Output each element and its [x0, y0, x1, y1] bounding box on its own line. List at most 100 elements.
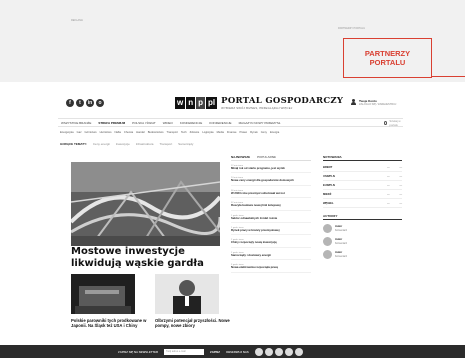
- quote-row[interactable]: WĘGIEL — —: [323, 198, 402, 208]
- quote-change: —: [389, 163, 402, 172]
- quote-change: —: [389, 180, 402, 190]
- logo-title: PORTAL GOSPODARCZY: [221, 96, 344, 106]
- partners-line2: PORTALU: [369, 58, 406, 67]
- nav-item[interactable]: KONFERENCJE: [180, 121, 202, 125]
- topic-link[interactable]: Transport: [159, 142, 172, 146]
- newsletter-email-input[interactable]: Twój adres e-mail: [164, 348, 204, 355]
- article-thumb-1[interactable]: [71, 274, 135, 314]
- topic-link[interactable]: Ceny energii: [93, 142, 110, 146]
- nav-item[interactable]: MAGAZYN NOWY PRZEMYSŁ: [239, 121, 281, 125]
- nav-item[interactable]: KONFERENCJE: [209, 121, 231, 125]
- sub-nav: Energetyka Gaz Górnictwo Hutnictwo Nafta…: [60, 129, 400, 136]
- quote-row[interactable]: BRENT — —: [323, 163, 402, 172]
- subnav-item[interactable]: Logistyka: [202, 131, 213, 134]
- search-icon[interactable]: [384, 120, 388, 125]
- right-column: NOTOWANIA BRENT — — USD/PLN — — EUR/PLN — — MI…: [323, 155, 402, 259]
- facebook-icon[interactable]: f: [66, 99, 74, 107]
- nav-item[interactable]: WSZYSTKIE BRANŻE: [61, 121, 91, 125]
- authors-title: AUTORZY: [323, 214, 402, 220]
- topic-link[interactable]: Inwestycje: [116, 142, 130, 146]
- news-item[interactable]: 24 min temu Nowe ceny energii dla gospoda…: [231, 177, 311, 186]
- quote-name: WĘGIEL: [323, 198, 378, 208]
- authors-section: AUTORZY Autor Komentarz Autor Komentarz Au…: [323, 214, 402, 259]
- article-title-2[interactable]: Olbrzymi potencjał przyszłości. Nowe pom…: [155, 318, 231, 329]
- twitter-icon[interactable]: [264, 347, 273, 356]
- news-text: W 2023 roku przemysł odnotował wzrost: [231, 190, 285, 195]
- quote-row[interactable]: MIEDŹ — —: [323, 189, 402, 199]
- twitter-icon[interactable]: t: [76, 99, 84, 107]
- logo-mark: w n p pl: [175, 97, 218, 109]
- search-placeholder[interactable]: Szukaj w portalu: [389, 119, 403, 127]
- instagram-icon[interactable]: [294, 347, 303, 356]
- logo-text: PORTAL GOSPODARCZY WYBIERZ SWÓJ BIZNES, …: [221, 96, 343, 110]
- tab-latest[interactable]: NAJNOWSZE: [231, 155, 250, 160]
- news-text: Rynek pracy w branży przemysłowej: [231, 228, 280, 233]
- news-item[interactable]: 1 godz. temu Rynek pracy w branży przemys…: [231, 227, 311, 236]
- subnav-item[interactable]: Hutnictwo: [100, 131, 112, 134]
- nav-item-premium[interactable]: STREFA PREMIUM: [98, 121, 125, 125]
- author-title: Komentarz: [335, 228, 348, 232]
- subnav-item[interactable]: Finanse: [227, 131, 237, 134]
- avatar: [323, 224, 332, 233]
- hero-title[interactable]: Mostowe inwestycje likwidują wąskie gard…: [71, 246, 227, 270]
- news-item[interactable]: 2 godz. temu Samorządy i dostawcy energii: [231, 252, 311, 261]
- subnav-item[interactable]: Nafta: [114, 131, 120, 134]
- article-thumb-2[interactable]: [155, 274, 219, 314]
- subnav-item[interactable]: Ceny: [261, 131, 267, 134]
- quote-name: EUR/PLN: [323, 180, 378, 190]
- topic-link[interactable]: Samorządy: [178, 142, 193, 146]
- news-item[interactable]: 2 godz. temu Chiny rozpoczęły nową inwest…: [231, 239, 311, 248]
- youtube-icon[interactable]: [284, 347, 293, 356]
- nav-item[interactable]: POLSKA I ŚWIAT: [132, 121, 156, 125]
- logo-letter: w: [175, 97, 186, 109]
- subnav-item[interactable]: Media: [217, 131, 224, 134]
- follow-label: OBSERWUJ NAS: [225, 349, 249, 354]
- subnav-item[interactable]: Energetyka: [60, 131, 74, 134]
- quote-name: BRENT: [323, 163, 378, 172]
- article-title-1[interactable]: Polskie parowniki tych prodkowane w Japo…: [71, 318, 147, 329]
- subnav-item[interactable]: Gaz: [77, 131, 82, 134]
- author-item[interactable]: Autor Komentarz: [323, 237, 402, 246]
- quote-value: —: [377, 171, 390, 181]
- topic-link[interactable]: Infrastruktura: [136, 142, 154, 146]
- subnav-item[interactable]: Transport: [167, 131, 178, 134]
- news-item[interactable]: 1 godz. temu Sektor odnawialnych źródeł r…: [231, 215, 311, 224]
- subnav-item[interactable]: Zdrowie: [190, 131, 200, 134]
- newsletter-submit-button[interactable]: ZAPISZ: [210, 350, 220, 354]
- news-item[interactable]: 52 min temu Ruszyła budowa nowej linii ko…: [231, 202, 311, 211]
- user-account[interactable]: Twoje Konto ZALOGUJ SIĘ / ZAREJESTRUJ: [351, 99, 396, 106]
- subnav-item[interactable]: Prawo: [239, 131, 247, 134]
- subnav-item[interactable]: Tech: [181, 131, 187, 134]
- author-item[interactable]: Autor Komentarz: [323, 224, 402, 233]
- site-logo[interactable]: w n p pl PORTAL GOSPODARCZY WYBIERZ SWÓJ…: [175, 96, 343, 110]
- news-item[interactable]: 36 min temu W 2023 roku przemysł odnotowa…: [231, 190, 311, 199]
- quote-row[interactable]: EUR/PLN — —: [323, 180, 402, 190]
- quote-row[interactable]: USD/PLN — —: [323, 171, 402, 181]
- facebook-icon[interactable]: [254, 347, 263, 356]
- news-column: NAJNOWSZE POPULARNE 12 min temu Minął rok…: [231, 155, 311, 273]
- quote-change: —: [389, 171, 402, 181]
- hot-topics: GORĄCE TEMATY: Ceny energii Inwestycje I…: [60, 142, 193, 146]
- author-item[interactable]: Autor Komentarz: [323, 250, 402, 259]
- subnav-item[interactable]: Handel: [136, 131, 145, 134]
- site-header: f t in o w n p pl PORTAL GOSPODARCZY WYB…: [58, 93, 403, 117]
- hero-image[interactable]: [71, 162, 220, 246]
- subnav-item[interactable]: Górnictwo: [85, 131, 97, 134]
- subnav-item[interactable]: Rynek: [250, 131, 258, 134]
- subnav-item[interactable]: Budownictwo: [148, 131, 164, 134]
- news-item[interactable]: 3 godz. temu Nowa elektrownia rozpoczęła …: [231, 264, 311, 273]
- instagram-icon[interactable]: o: [96, 99, 104, 107]
- user-sub: ZALOGUJ SIĘ / ZAREJESTRUJ: [359, 103, 397, 106]
- subnav-item[interactable]: Energia: [270, 131, 279, 134]
- linkedin-icon[interactable]: in: [86, 99, 94, 107]
- partners-box[interactable]: PARTNERZY PORTALU: [343, 38, 432, 78]
- nav-item[interactable]: WIDEO: [163, 121, 173, 125]
- quote-value: —: [377, 180, 390, 190]
- news-item[interactable]: 12 min temu Minął rok od startu programu,…: [231, 165, 311, 174]
- tab-popular[interactable]: POPULARNE: [257, 155, 276, 160]
- quotes-table: BRENT — — USD/PLN — — EUR/PLN — — MIEDŹ — — WĘGI…: [323, 163, 402, 208]
- search-box[interactable]: Szukaj w portalu: [384, 119, 403, 127]
- subnav-item[interactable]: Chemia: [124, 131, 133, 134]
- linkedin-icon[interactable]: [274, 347, 283, 356]
- news-text: Nowe ceny energii dla gospodarstw domowy…: [231, 178, 294, 183]
